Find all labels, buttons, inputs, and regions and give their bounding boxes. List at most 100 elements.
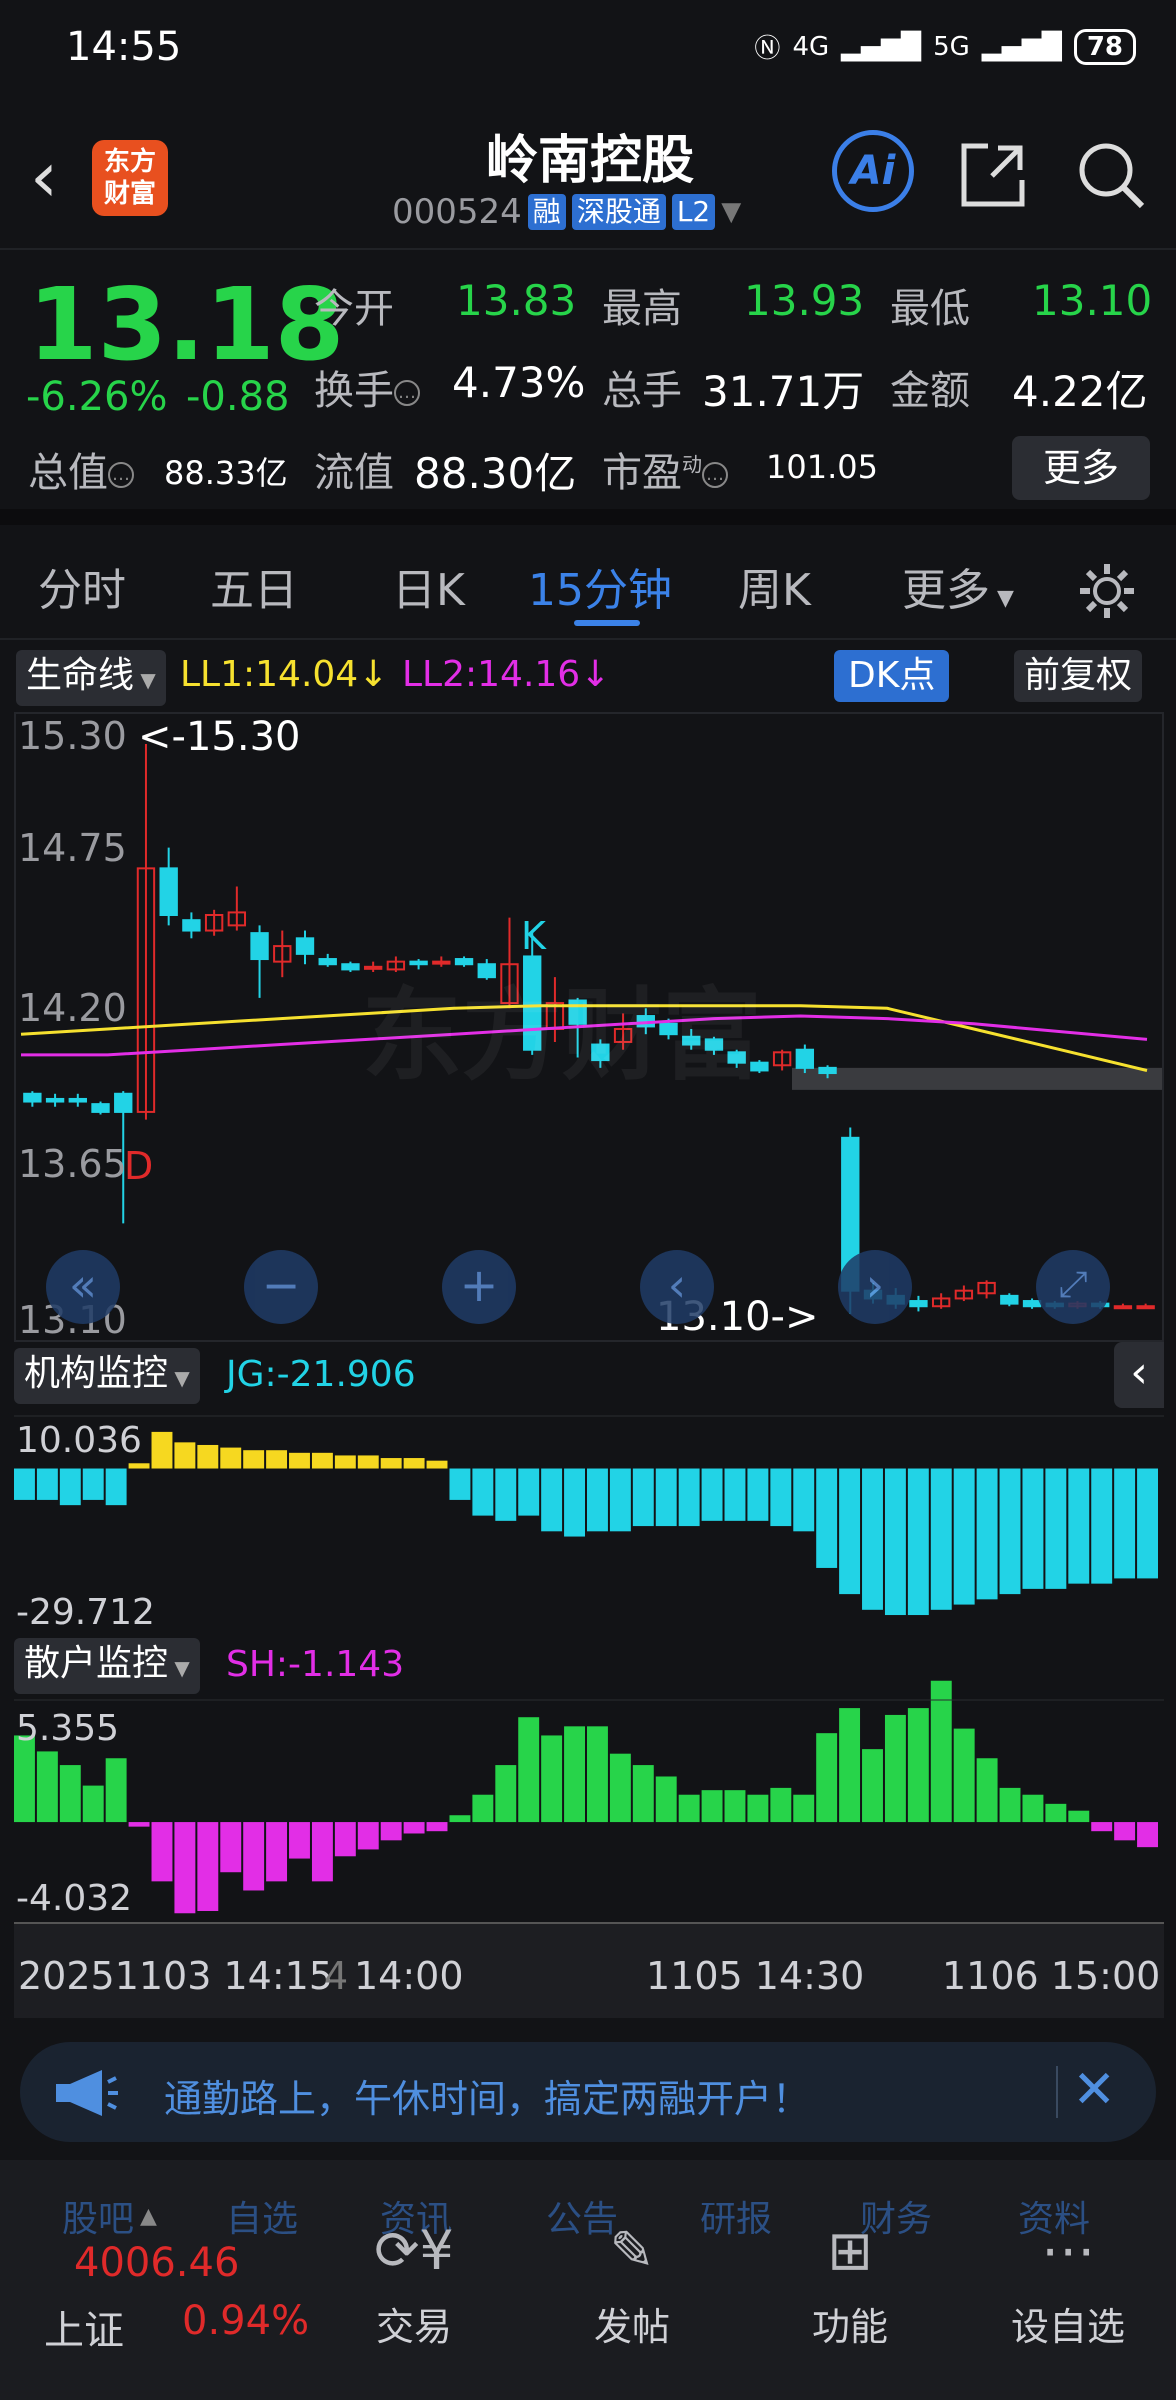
nav-post[interactable]: ✎ 发帖 [552,2216,712,2351]
turnover-value: 4.73% [452,358,586,407]
tab-more[interactable]: 更多 ▼ [902,554,1014,618]
next-icon[interactable]: › [838,1250,912,1324]
more-dots-icon: ⋯ [1041,2219,1095,2282]
histogram-bar [289,1452,310,1469]
nav-functions[interactable]: ⊞ 功能 [770,2216,930,2351]
collapse-icon[interactable]: ‹ [1114,1342,1164,1408]
prev-icon[interactable]: ‹ [640,1250,714,1324]
info-icon[interactable]: … [394,380,420,406]
histogram-bar [678,1468,700,1527]
signal-icon: ▂▄▆█ [841,31,922,62]
histogram-bar [82,1468,104,1500]
k-marker: K [521,914,546,958]
histogram-bar [128,1822,150,1827]
tab-weekly[interactable]: 周K [738,554,811,618]
index-change: 0.94% [182,2298,310,2344]
jg-panel[interactable]: 机构监控 ▼ JG:-21.906 10.036 -29.712 ‹ [14,1342,1164,1633]
histogram-bar [701,1790,723,1823]
more-button[interactable]: 更多 [1012,436,1150,500]
candle-body [182,919,201,932]
histogram-bar [747,1794,769,1823]
share-icon[interactable] [958,140,1028,210]
volume-label: 总手 [602,368,682,414]
candle-chart[interactable]: 15.30 14.75 14.20 13.65 13.10 <-15.30 13… [14,712,1164,1342]
zoom-in-icon[interactable]: + [442,1250,516,1324]
histogram-bar [1068,1810,1090,1823]
settings-icon[interactable] [1076,560,1138,622]
index-name: 上证 [44,2308,124,2354]
ai-button[interactable]: Ai [832,130,914,212]
search-icon[interactable] [1074,138,1148,212]
histogram-bar [999,1468,1021,1595]
sh-panel[interactable]: 散户监控 ▼ SH:-1.143 5.355 -4.032 [14,1632,1164,1922]
sh-selector[interactable]: 散户监控 ▼ [14,1638,200,1694]
histogram-bar [518,1468,540,1516]
histogram-bar [770,1787,792,1823]
logo-line2: 财富 [103,179,156,209]
nav-trade[interactable]: ⟳¥ 交易 [334,2216,494,2351]
histogram-bar [907,1708,929,1823]
dk-point-button[interactable]: DK点 [834,650,950,702]
jg-selector-label: 机构监控 [24,1353,169,1394]
pe-label: 市盈动… [602,440,728,498]
histogram-bar [334,1455,356,1469]
app-logo[interactable]: 东方 财富 [92,140,168,216]
histogram-bar [907,1468,929,1616]
tab-daily[interactable]: 日K [392,554,465,618]
histogram-bar [701,1468,723,1521]
histogram-bar [151,1822,173,1882]
promo-banner[interactable]: 通勤路上，午休时间，搞定两融开户！ ✕ [20,2042,1156,2142]
candle-body [1113,1305,1133,1310]
stock-code-row[interactable]: 000524 融 深股通 L2 ▼ [392,192,741,232]
margin-tag: 融 [527,194,566,230]
histogram-bar [770,1468,792,1527]
period-tabs: 分时 五日 日K 15分钟 周K 更多 ▼ [0,540,1176,640]
nav-add-watchlist-label: 设自选 [1010,2305,1125,2349]
mktcap-value: 88.33亿 [164,454,288,492]
fullscreen-icon[interactable]: ⤢ [1036,1250,1110,1324]
open-label: 今开 [314,286,394,332]
sgt-tag: 深股通 [571,194,666,230]
info-icon[interactable]: … [702,462,728,488]
histogram-bar [472,1468,494,1516]
histogram-bar [105,1468,127,1506]
nav-add-watchlist[interactable]: ⋯ 设自选 [988,2216,1148,2351]
histogram-bar [14,1468,35,1500]
logo-line1: 东方 [103,147,156,177]
histogram-bar [724,1790,746,1823]
histogram-bar [266,1450,288,1469]
tab-15min[interactable]: 15分钟 [528,554,672,618]
histogram-bar [678,1794,700,1823]
change-pct: -6.26% [26,374,168,420]
close-icon[interactable]: ✕ [1072,2060,1116,2120]
candle-body [91,1103,110,1113]
info-icon[interactable]: … [108,462,134,488]
y-tick-1365: 13.65 [18,1142,127,1186]
change-amount: -0.88 [186,374,290,420]
nav-post-label: 发帖 [593,2305,670,2349]
zoom-out-icon[interactable]: − [244,1250,318,1324]
histogram-bar [953,1728,975,1823]
turnover-label: 换手… [314,358,420,416]
pe-sup: 动 [682,452,702,477]
histogram-bar [816,1733,838,1823]
y-tick-1420: 14.20 [18,986,127,1030]
active-tab-indicator [574,620,640,626]
network-4g: 4G [792,31,830,62]
indicator-selector[interactable]: 生命线 ▼ [16,650,166,706]
caret-down-icon: ▼ [168,1656,190,1680]
x-label-5: 1106 15:00 [942,1954,1161,1998]
histogram-bar [1022,1794,1044,1823]
tab-fenshi[interactable]: 分时 [38,554,126,618]
prev-close-band [792,1067,1162,1090]
tab-wuri[interactable]: 五日 [210,554,298,618]
index-ticker[interactable]: ▲ 4006.46 上证 0.94% [0,2160,309,2400]
adjust-button[interactable]: 前复权 [1014,650,1143,702]
d-marker: D [124,1144,154,1188]
back-icon[interactable]: ‹ [30,142,58,212]
fast-back-icon[interactable]: « [46,1250,120,1324]
index-value: 4006.46 [74,2240,240,2286]
x-label-4: 1105 14:30 [646,1954,865,1998]
jg-selector[interactable]: 机构监控 ▼ [14,1348,200,1404]
histogram-bar [541,1468,563,1532]
